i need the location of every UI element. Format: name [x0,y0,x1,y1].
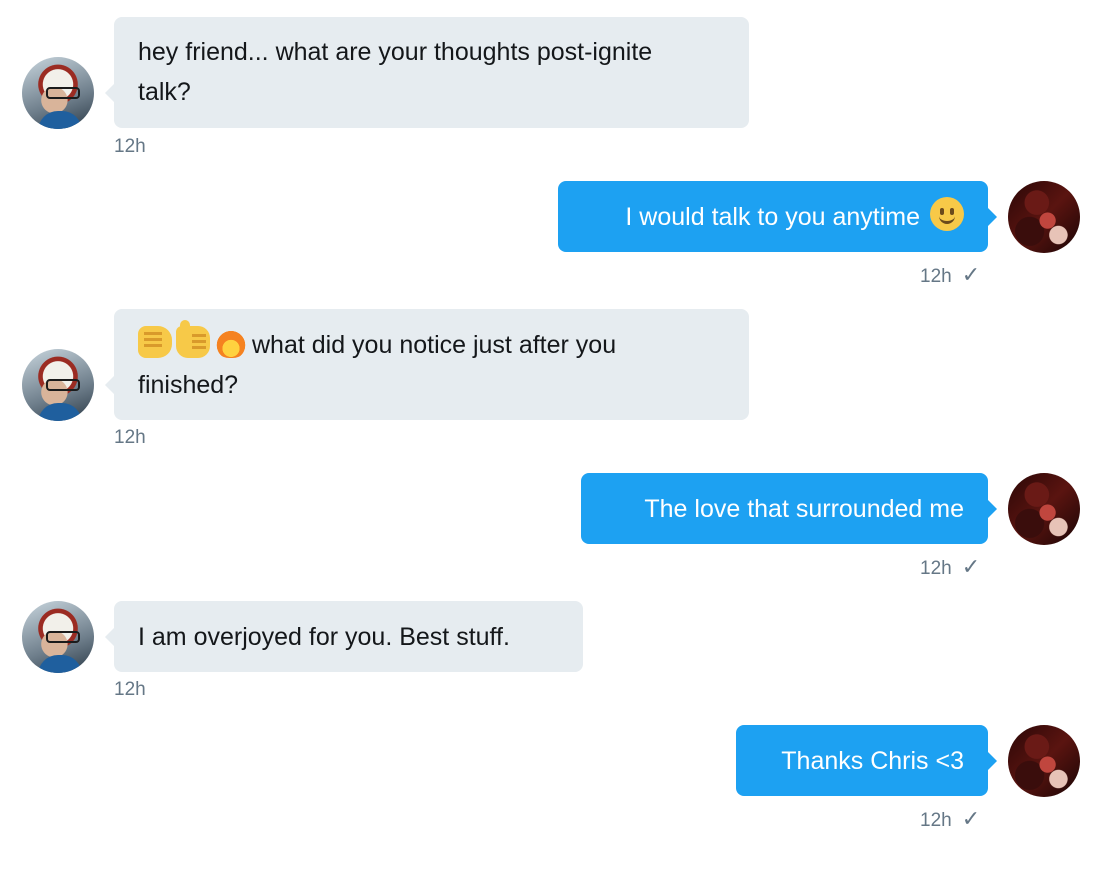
message-timestamp: 12h [920,810,952,831]
message-text: what did you notice just after you [252,331,617,359]
outgoing-message-bubble[interactable]: The love that surrounded me [581,473,988,544]
message-timestamp: 12h [920,558,952,579]
message-text: Thanks Chris <3 [781,747,964,775]
self-avatar[interactable] [1008,473,1080,545]
bubble-tail [988,752,997,770]
message-text: I would talk to you anytime [625,203,920,231]
bubble-tail [105,84,114,102]
checkmark-icon: ✓ [961,806,981,831]
self-avatar[interactable] [1008,181,1080,253]
bubble-tail [105,628,114,646]
self-avatar[interactable] [1008,725,1080,797]
slightly-smiling-face-icon [930,197,964,231]
message-text: I am overjoyed for you. Best stuff. [138,623,510,651]
incoming-message-bubble[interactable]: I am overjoyed for you. Best stuff. [114,601,583,672]
bubble-tail [988,208,997,226]
message-timestamp: 12h [920,266,952,287]
message-text: talk? [138,78,191,106]
sender-avatar[interactable] [22,601,94,673]
oncoming-fist-icon [138,326,172,358]
outgoing-message-bubble[interactable]: I would talk to you anytime [558,181,988,252]
message-timestamp-row: 12h ✓ [920,262,980,288]
fire-icon [214,326,248,358]
checkmark-icon: ✓ [961,554,981,579]
avatar-glasses [46,87,80,99]
avatar-glasses [46,379,80,391]
message-timestamp-row: 12h ✓ [920,806,980,832]
message-text: The love that surrounded me [644,495,964,523]
message-text: finished? [138,371,239,399]
message-timestamp: 12h [114,679,146,700]
message-line: what did you notice just after you [138,320,725,365]
avatar-glasses [46,631,80,643]
message-timestamp-row: 12h ✓ [920,554,980,580]
thumbs-up-icon [176,320,210,358]
incoming-message-bubble[interactable]: hey friend... what are your thoughts pos… [114,17,749,128]
message-text: hey friend... what are your thoughts pos… [138,38,653,66]
bubble-tail [988,500,997,518]
sender-avatar[interactable] [22,57,94,129]
bubble-tail [105,376,114,394]
avatar-shirt [38,403,82,421]
avatar-shirt [38,111,82,129]
outgoing-message-bubble[interactable]: Thanks Chris <3 [736,725,988,796]
incoming-message-bubble[interactable]: what did you notice just after you finis… [114,309,749,420]
message-timestamp: 12h [114,136,146,157]
avatar-shirt [38,655,82,673]
checkmark-icon: ✓ [961,262,981,287]
sender-avatar[interactable] [22,349,94,421]
message-timestamp: 12h [114,427,146,448]
